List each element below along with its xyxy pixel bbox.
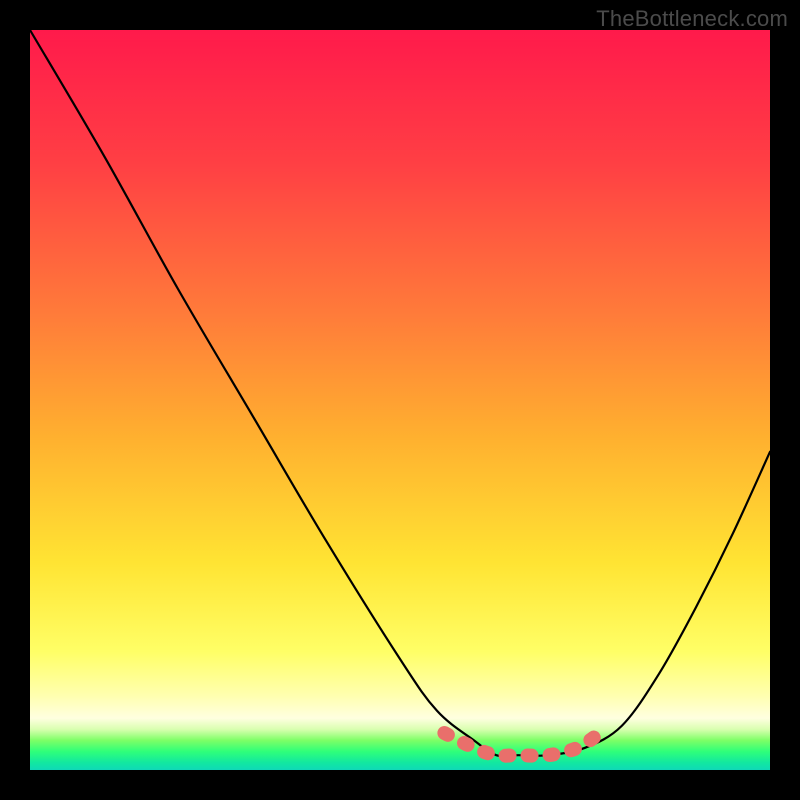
bottleneck-curve-layer (30, 30, 770, 770)
chart-frame: TheBottleneck.com (0, 0, 800, 800)
heatmap-plot-area (30, 30, 770, 770)
bottleneck-curve (30, 30, 770, 756)
watermark-text: TheBottleneck.com (596, 6, 788, 32)
